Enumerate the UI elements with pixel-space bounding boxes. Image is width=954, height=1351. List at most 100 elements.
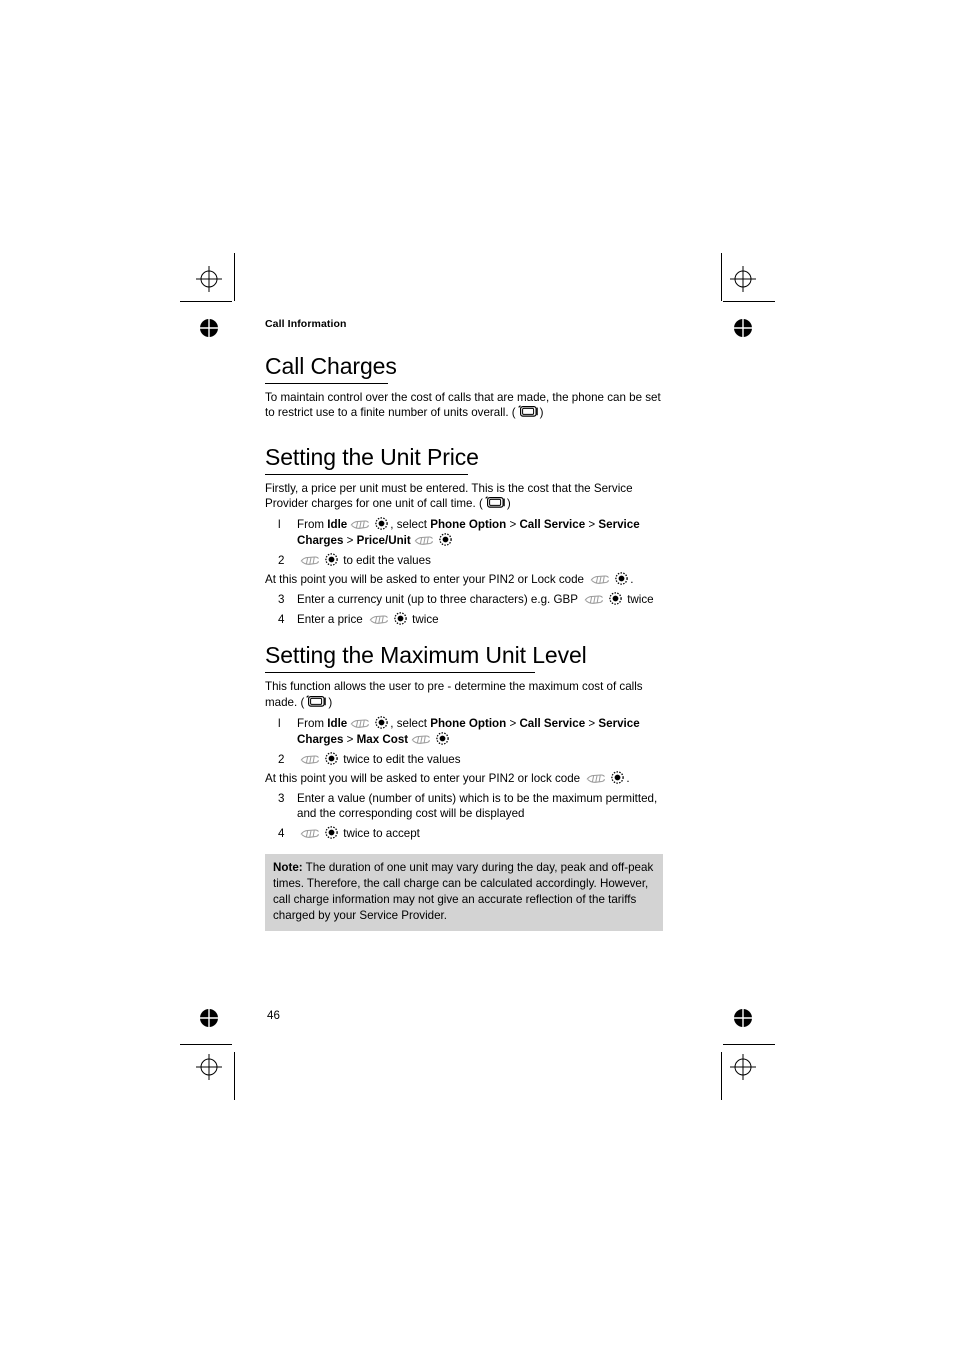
- pin-prompt-period: .: [626, 772, 630, 786]
- step-item: 4 Enter a price twice: [265, 611, 665, 628]
- note-label: Note:: [273, 860, 303, 874]
- step-text-fragment: twice: [623, 593, 654, 607]
- menu-item-call-service: Call Service: [519, 717, 586, 731]
- step-number: l: [278, 518, 281, 532]
- intro-call-charges-text-before: To maintain control over the cost of cal…: [265, 390, 661, 420]
- select-key-icon: [375, 517, 389, 531]
- step-item: 2 twice to edit the values: [265, 751, 665, 768]
- step-text-fragment: Enter a price: [297, 612, 366, 626]
- select-key-icon: [375, 716, 389, 729]
- registration-mark-bottom-right: [730, 1054, 756, 1080]
- step-text-fragment: to edit the values: [340, 553, 431, 567]
- step-text: twice to edit the values: [297, 751, 665, 768]
- heading-rule-call-charges: [265, 382, 388, 384]
- registration-mark-top-left: [196, 266, 222, 292]
- select-key-icon: [609, 592, 622, 605]
- note-paragraph: Note: The duration of one unit may vary …: [273, 860, 655, 924]
- intro-call-charges: To maintain control over the cost of cal…: [265, 390, 665, 421]
- menu-item-idle: Idle: [327, 518, 348, 532]
- step-number: 3: [278, 593, 285, 607]
- step-item: 3 Enter a currency unit (up to three cha…: [265, 592, 665, 608]
- note-text: The duration of one unit may vary during…: [273, 860, 654, 922]
- heading-setting-the-unit-price: Setting the Unit Price: [265, 443, 479, 470]
- step-number: 2: [278, 553, 285, 567]
- step-item: 2 to edit the values: [265, 553, 665, 569]
- step-item: 4 twice to accept: [265, 826, 665, 842]
- page-content: Call Information Call Charges To maintai…: [265, 318, 665, 931]
- step-text-fragment: , select: [390, 717, 431, 731]
- scroll-key-icon: [299, 828, 321, 839]
- step-item: 3 Enter a value (number of units) which …: [265, 791, 665, 822]
- registration-mark-top-right: [730, 266, 756, 292]
- step-text-fragment: twice to accept: [340, 827, 420, 841]
- menu-item-phone-option: Phone Option: [430, 518, 507, 532]
- step-text-fragment: From: [297, 518, 328, 532]
- select-key-icon: [325, 826, 338, 839]
- scroll-key-icon: [299, 555, 321, 566]
- scroll-key-icon: [349, 519, 371, 530]
- trim-line-right-bottom: [721, 1052, 722, 1100]
- density-dot-bottom-right: [733, 1008, 753, 1028]
- heading-rule-max-unit-level: [265, 672, 535, 674]
- select-key-icon: [325, 751, 338, 765]
- menu-item-idle: Idle: [327, 717, 348, 731]
- pin-prompt-text: At this point you will be asked to enter…: [265, 573, 588, 587]
- select-key-icon: [325, 553, 338, 566]
- step-number: 2: [278, 752, 285, 766]
- density-dot-top-left: [199, 318, 219, 338]
- density-dot-bottom-left: [199, 1008, 219, 1028]
- scroll-key-icon: [413, 535, 435, 546]
- phone-display-icon: [517, 405, 539, 418]
- step-text-fragment: twice to edit the values: [340, 752, 461, 766]
- menu-separator: >: [343, 732, 357, 746]
- step-number: 4: [278, 827, 285, 841]
- density-dot-top-right: [733, 318, 753, 338]
- select-key-icon: [394, 611, 407, 625]
- intro-call-charges-text-after: ): [539, 406, 544, 420]
- pin-prompt-max-unit: At this point you will be asked to enter…: [265, 771, 665, 787]
- intro-unit-price-text-after: ): [506, 497, 511, 511]
- phone-display-icon: [305, 695, 327, 708]
- scroll-key-icon: [368, 614, 390, 625]
- pin-prompt-text: At this point you will be asked to enter…: [265, 772, 584, 786]
- menu-separator: >: [343, 534, 357, 548]
- trim-line-bottom-right: [723, 1044, 775, 1045]
- intro-unit-price: Firstly, a price per unit must be entere…: [265, 481, 665, 512]
- intro-unit-price-text-before: Firstly, a price per unit must be entere…: [265, 481, 633, 511]
- step-text: From Idle , select Phone Option > Call Se…: [297, 716, 665, 747]
- step-item: l From Idle , select Phone Option > Call …: [265, 517, 665, 548]
- scroll-key-icon: [589, 574, 611, 585]
- scroll-key-icon: [585, 773, 607, 784]
- step-text: Enter a price twice: [297, 611, 665, 628]
- menu-separator: >: [585, 717, 599, 731]
- menu-separator: >: [585, 518, 599, 532]
- step-text: Enter a currency unit (up to three chara…: [297, 592, 665, 608]
- trim-line-top-right: [723, 301, 775, 302]
- step-text-fragment: , select: [390, 518, 431, 532]
- heading-setting-the-maximum-unit-level: Setting the Maximum Unit Level: [265, 642, 587, 669]
- menu-separator: >: [506, 518, 520, 532]
- menu-item-call-service: Call Service: [519, 518, 586, 532]
- step-text: twice to accept: [297, 826, 665, 842]
- menu-item-price-unit: Price/Unit: [356, 534, 411, 548]
- intro-max-unit-level: This function allows the user to pre - d…: [265, 679, 665, 710]
- step-item: l From Idle , select Phone Option > Call …: [265, 716, 665, 747]
- heading-call-charges: Call Charges: [265, 352, 397, 379]
- scroll-key-icon: [410, 734, 432, 745]
- step-text: From Idle , select Phone Option > Call Se…: [297, 517, 665, 548]
- trim-line-left-bottom: [234, 1052, 235, 1100]
- pin-prompt-unit-price: At this point you will be asked to enter…: [265, 572, 665, 588]
- intro-max-text-after: ): [328, 695, 333, 709]
- step-text-fragment: From: [297, 717, 328, 731]
- step-number: 4: [278, 612, 285, 626]
- select-key-icon: [436, 732, 449, 745]
- step-text-fragment: twice: [408, 612, 439, 626]
- registration-mark-bottom-left: [196, 1054, 222, 1080]
- trim-line-top-left: [180, 301, 232, 302]
- trim-line-left-top: [234, 253, 235, 301]
- scroll-key-icon: [583, 594, 605, 605]
- select-key-icon: [439, 533, 452, 546]
- trim-line-bottom-left: [180, 1044, 232, 1045]
- select-key-icon: [615, 572, 628, 586]
- step-number: 3: [278, 791, 285, 805]
